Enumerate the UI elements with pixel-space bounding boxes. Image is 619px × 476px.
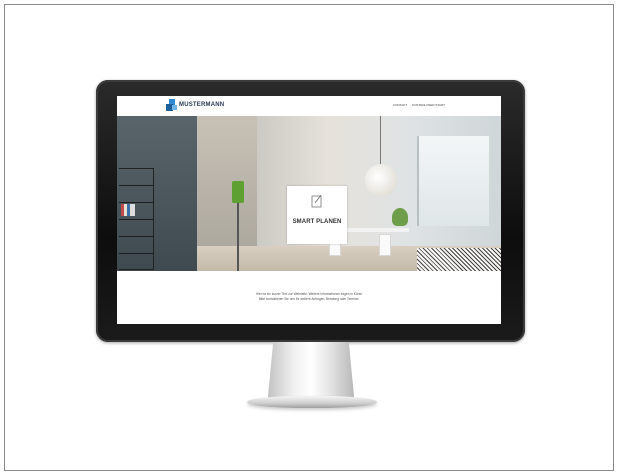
hero-window [417, 136, 489, 226]
main-nav: KONTAKT KOSTENLOSER START [393, 103, 445, 107]
hero-chair [379, 234, 391, 256]
logo-text[interactable]: MUSTERMANN [179, 102, 224, 108]
logo-icon[interactable] [166, 99, 178, 111]
pencil-note-icon [311, 194, 323, 208]
nav-item-kontakt[interactable]: KONTAKT [393, 103, 407, 107]
monitor-stand-base [247, 396, 377, 408]
hero-pendant-lamp [365, 164, 397, 196]
monitor-stand-neck [267, 342, 355, 398]
monitor-screen: MUSTERMANN KONTAKT KOSTENLOSER START SMA… [117, 96, 501, 324]
smart-planen-card[interactable]: SMART PLANEN [287, 186, 347, 244]
nav-item-free-start[interactable]: KOSTENLOSER START [412, 103, 445, 107]
intro-line: Bitte kontaktieren Sie uns für weitere A… [258, 297, 360, 301]
site-header: MUSTERMANN KONTAKT KOSTENLOSER START [117, 96, 501, 116]
hero-image: SMART PLANEN [117, 116, 501, 271]
smart-planen-label: SMART PLANEN [292, 219, 342, 225]
intro-text: Hier ist ein kurzer Text zur Webseite. W… [117, 292, 501, 302]
hero-table [339, 228, 409, 232]
hero-sofa [417, 248, 501, 271]
hero-floor-lamp [232, 181, 244, 203]
hero-plant [392, 208, 408, 226]
hero-pendant-cord [380, 116, 381, 164]
hero-books [121, 204, 135, 216]
hero-shelf [119, 168, 154, 270]
hero-floor-lamp-pole [237, 203, 239, 271]
